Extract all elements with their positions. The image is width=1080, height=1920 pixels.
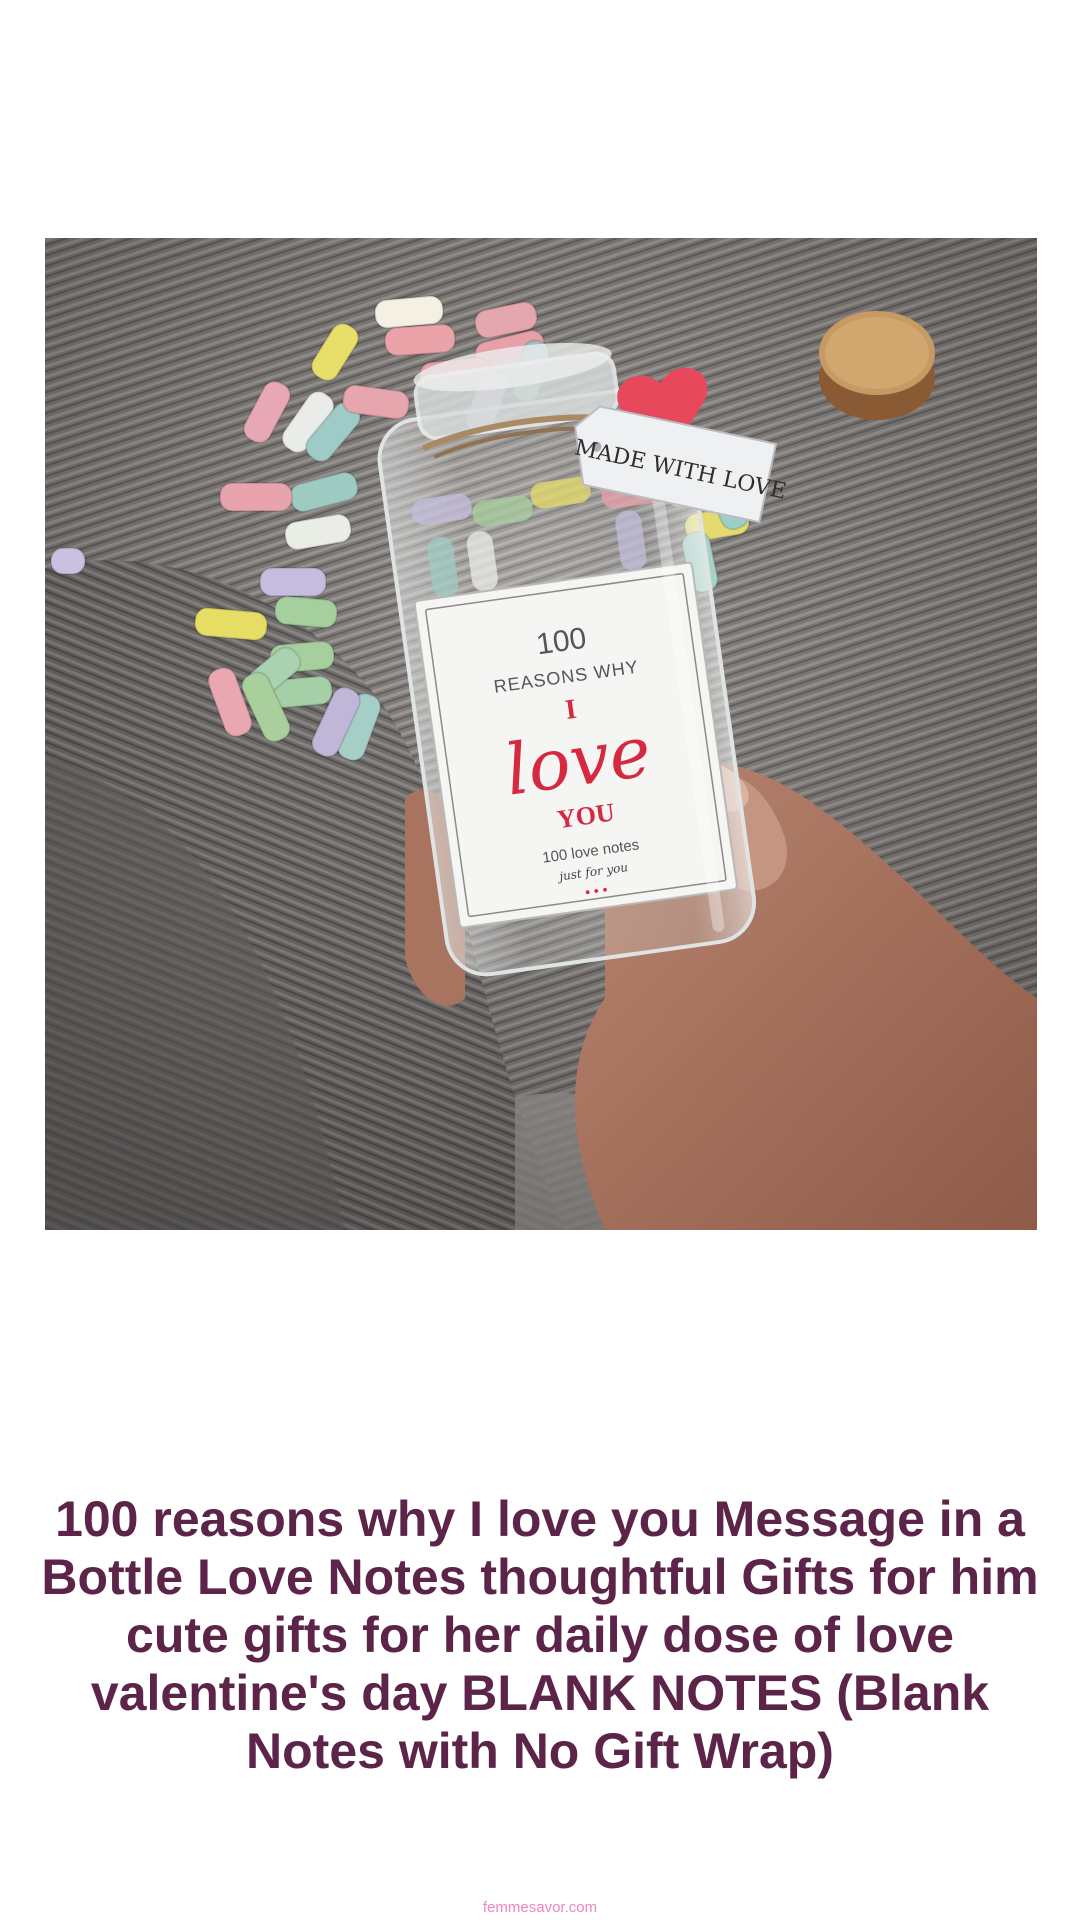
source-link[interactable]: femmesavor.com — [0, 1899, 1080, 1917]
product-title: 100 reasons why I love you Message in a … — [41, 1491, 1039, 1779]
jar-label-dots: • • • — [584, 881, 609, 900]
product-image: 100 REASONS WHY I love YOU 100 love note… — [45, 238, 1037, 1230]
jar-label-number: 100 — [534, 622, 588, 662]
